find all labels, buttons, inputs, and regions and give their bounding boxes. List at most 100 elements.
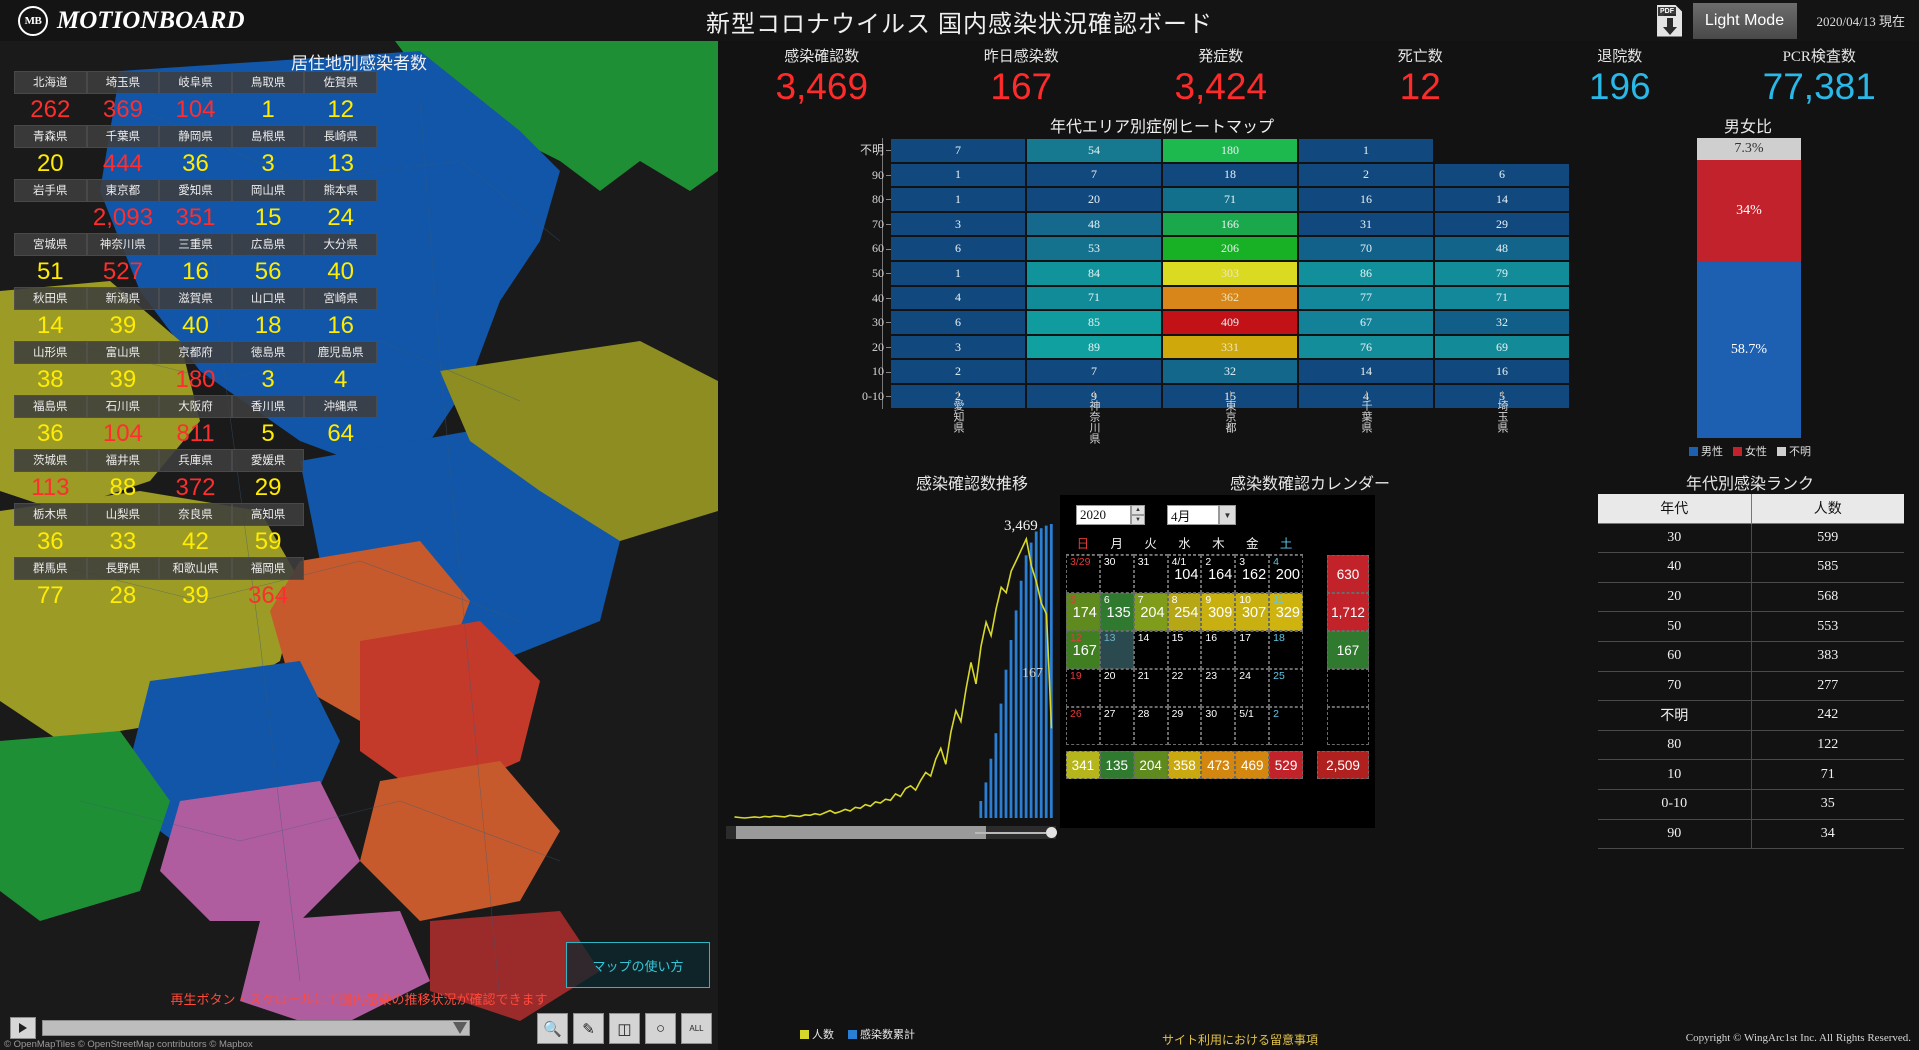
heatmap-cell[interactable]: 1 (891, 188, 1025, 211)
calendar-day-cell[interactable]: 14 (1133, 631, 1168, 669)
heatmap-cell[interactable]: 331 (1163, 335, 1297, 359)
pan-hand-icon[interactable]: ✎ (573, 1013, 604, 1044)
prefecture-cell[interactable]: 岡山県 15 (231, 179, 305, 233)
year-up-icon[interactable]: ▲ (1131, 505, 1145, 515)
prefecture-cell[interactable]: 東京都 2,093 (86, 179, 160, 233)
prefecture-cell[interactable]: 長崎県 13 (304, 125, 377, 179)
heatmap-cell[interactable]: 303 (1163, 261, 1297, 285)
calendar-day-cell[interactable]: 28 (1133, 707, 1168, 745)
prefecture-cell[interactable]: 青森県 20 (14, 125, 87, 179)
heatmap-cell[interactable] (1435, 139, 1569, 162)
calendar-day-cell[interactable]: 8 254 (1167, 593, 1202, 631)
prefecture-cell[interactable]: 福島県 36 (14, 395, 87, 449)
prefecture-cell[interactable]: 山形県 38 (14, 341, 87, 395)
map-toolbar[interactable]: 🔍 ✎ ◫ ○ ALL (537, 1013, 712, 1044)
prefecture-cell[interactable]: 茨城県 113 (14, 449, 87, 503)
heatmap-cell[interactable]: 67 (1299, 311, 1433, 334)
heatmap-cell[interactable]: 14 (1435, 188, 1569, 211)
trend-bar[interactable] (994, 733, 998, 818)
year-input[interactable] (1076, 505, 1131, 525)
prefecture-cell[interactable]: 徳島県 3 (231, 341, 305, 395)
heatmap-cell[interactable]: 1 (891, 163, 1025, 187)
gender-segment[interactable]: 58.7% (1697, 261, 1801, 438)
calendar-day-cell[interactable]: 3/29 (1066, 555, 1100, 593)
prefecture-cell[interactable]: 福井県 88 (86, 449, 160, 503)
prefecture-cell[interactable]: 埼玉県 369 (86, 71, 160, 125)
prefecture-cell[interactable]: 岐阜県 104 (159, 71, 232, 125)
select-all-icon[interactable]: ALL (681, 1013, 712, 1044)
prefecture-cell[interactable]: 山口県 18 (231, 287, 305, 341)
prefecture-cell[interactable]: 熊本県 24 (304, 179, 377, 233)
month-select[interactable]: ▼ (1167, 505, 1236, 525)
rank-row[interactable]: 40 585 (1598, 553, 1904, 583)
calendar-day-cell[interactable]: 23 (1201, 669, 1236, 707)
rank-row[interactable]: 10 71 (1598, 760, 1904, 790)
heatmap-cell[interactable]: 54 (1027, 139, 1161, 162)
heatmap-cell[interactable]: 20 (1027, 188, 1161, 211)
trend-bar[interactable] (979, 801, 983, 818)
calendar-day-cell[interactable]: 30 (1099, 555, 1134, 593)
calendar-day-cell[interactable]: 2 164 (1201, 555, 1236, 593)
prefecture-cell[interactable]: 静岡県 36 (159, 125, 232, 179)
prefecture-cell[interactable]: 長野県 28 (86, 557, 160, 611)
heatmap-cell[interactable]: 7 (1027, 163, 1161, 187)
trend-bar[interactable] (1014, 610, 1018, 818)
map-howto-button[interactable]: マップの使い方 (566, 942, 710, 988)
heatmap-cell[interactable]: 31 (1299, 212, 1433, 236)
prefecture-cell[interactable]: 高知県 59 (231, 503, 305, 557)
heatmap-cell[interactable]: 48 (1027, 212, 1161, 236)
heatmap-cell[interactable]: 7 (1027, 360, 1161, 383)
month-input[interactable] (1167, 505, 1219, 525)
prefecture-cell[interactable]: 鳥取県 1 (231, 71, 305, 125)
calendar-grid[interactable]: 日月火水木金土 3/29 30 31 4/1 104 2 164 3 162 4 200 630 5 174… (1066, 531, 1369, 745)
prefecture-cell[interactable]: 山梨県 33 (86, 503, 160, 557)
rank-row[interactable]: 不明 242 (1598, 701, 1904, 731)
calendar-day-cell[interactable]: 18 (1269, 631, 1303, 669)
calendar-day-cell[interactable]: 15 (1167, 631, 1202, 669)
calendar-day-cell[interactable]: 7 204 (1133, 593, 1168, 631)
heatmap-cell[interactable]: 362 (1163, 286, 1297, 310)
prefecture-cell[interactable]: 京都府 180 (159, 341, 232, 395)
heatmap-cell[interactable]: 6 (891, 311, 1025, 334)
prefecture-cell[interactable]: 福岡県 364 (231, 557, 305, 611)
timeline-slider[interactable] (42, 1020, 470, 1036)
prefecture-cell[interactable]: 香川県 5 (231, 395, 305, 449)
heatmap-cell[interactable]: 77 (1299, 286, 1433, 310)
prefecture-cell[interactable]: 千葉県 444 (86, 125, 160, 179)
trend-bar[interactable] (1004, 669, 1008, 818)
heatmap-cell[interactable]: 6 (891, 237, 1025, 260)
year-down-icon[interactable]: ▼ (1131, 515, 1145, 525)
calendar-day-cell[interactable]: 22 (1167, 669, 1202, 707)
heatmap-cell[interactable]: 71 (1435, 286, 1569, 310)
gender-stacked-bar[interactable]: 7.3% 34% 58.7% (1697, 138, 1801, 438)
prefecture-cell[interactable]: 愛知県 351 (159, 179, 232, 233)
heatmap-cell[interactable]: 180 (1163, 139, 1297, 162)
trend-bar[interactable] (1009, 640, 1013, 818)
map-panel[interactable]: 居住地別感染者数 北海道 262 埼玉県 369 岐阜県 104 鳥取県 1 佐賀県 12 青森県 2… (0, 41, 718, 1050)
calendar-panel[interactable]: ▲ ▼ ▼ 日月火水木金土3/2930314/11042164316242006… (1060, 495, 1375, 828)
prefecture-cell[interactable]: 和歌山県 39 (159, 557, 232, 611)
heatmap-cell[interactable]: 3 (891, 335, 1025, 359)
trend-bar[interactable] (1049, 524, 1053, 818)
prefecture-cell[interactable]: 愛媛県 29 (231, 449, 305, 503)
heatmap-cell[interactable]: 70 (1299, 237, 1433, 260)
prefecture-cell[interactable]: 兵庫県 372 (159, 449, 232, 503)
heatmap-cell[interactable]: 18 (1163, 163, 1297, 187)
calendar-day-cell[interactable]: 13 (1099, 631, 1134, 669)
heatmap-cell[interactable]: 3 (891, 212, 1025, 236)
calendar-day-cell[interactable]: 29 (1167, 707, 1202, 745)
heatmap-cell[interactable]: 166 (1163, 212, 1297, 236)
trend-scroll-thumb[interactable] (736, 826, 986, 839)
calendar-day-cell[interactable]: 5/1 (1235, 707, 1270, 745)
heatmap-grid[interactable]: 不明 7 54 180 1 90 1 7 18 2 6 80 1 20 71 16 14 70 3 48 166 31 29… (860, 138, 1570, 409)
prefecture-cell[interactable]: 群馬県 77 (14, 557, 87, 611)
prefecture-cell[interactable]: 島根県 3 (231, 125, 305, 179)
calendar-day-cell[interactable]: 25 (1269, 669, 1303, 707)
calendar-day-cell[interactable]: 12 167 (1066, 631, 1100, 669)
calendar-day-cell[interactable]: 6 135 (1099, 593, 1134, 631)
rank-row[interactable]: 80 122 (1598, 730, 1904, 761)
prefecture-cell[interactable]: 滋賀県 40 (159, 287, 232, 341)
calendar-day-cell[interactable]: 19 (1066, 669, 1100, 707)
rect-select-icon[interactable]: ◫ (609, 1013, 640, 1044)
heatmap-cell[interactable]: 16 (1435, 360, 1569, 383)
